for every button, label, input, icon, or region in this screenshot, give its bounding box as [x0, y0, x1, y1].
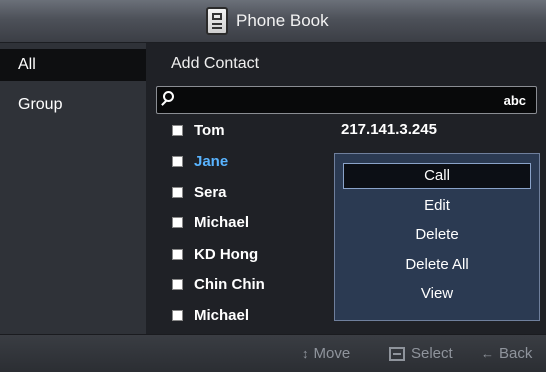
- sidebar-item-group[interactable]: Group: [0, 89, 146, 121]
- search-input[interactable]: [187, 90, 471, 112]
- contact-row[interactable]: Michael: [172, 301, 249, 329]
- select-label: Select: [411, 345, 453, 362]
- contact-name: Tom: [194, 121, 225, 139]
- checkbox[interactable]: [172, 216, 183, 228]
- checkbox[interactable]: [172, 155, 183, 167]
- search-icon: [163, 91, 174, 102]
- move-label: Move: [313, 345, 351, 362]
- up-down-arrow-icon: ↕: [302, 346, 309, 361]
- contact-detail-number: 217.141.3.245: [341, 121, 437, 138]
- contact-name: Michael: [194, 213, 250, 231]
- contact-row[interactable]: Sera: [172, 178, 227, 206]
- sidebar: All Group: [0, 43, 146, 334]
- contact-row[interactable]: Tom: [172, 116, 225, 144]
- bottom-hint-bar: ↕ Move Select ← Back: [0, 334, 546, 372]
- contact-name: KD Hong: [194, 245, 259, 263]
- page-title: Phone Book: [236, 11, 329, 30]
- contact-row[interactable]: Michael: [172, 208, 249, 236]
- menu-item-view[interactable]: View: [343, 281, 531, 307]
- contact-row[interactable]: KD Hong: [172, 240, 258, 268]
- search-bar[interactable]: abc: [156, 86, 537, 114]
- checkbox[interactable]: [172, 248, 183, 260]
- title-bar: Phone Book: [0, 0, 546, 43]
- context-menu: Call Edit Delete Delete All View: [334, 153, 540, 321]
- title-wrap: Phone Book: [206, 6, 329, 36]
- enter-key-icon: [389, 346, 405, 361]
- back-hint[interactable]: ← Back: [481, 345, 532, 362]
- menu-item-edit[interactable]: Edit: [343, 193, 531, 219]
- menu-item-call[interactable]: Call: [343, 163, 531, 189]
- back-arrow-icon: ←: [481, 346, 494, 361]
- contact-name: Michael: [194, 306, 250, 324]
- back-label: Back: [499, 345, 533, 362]
- checkbox[interactable]: [172, 309, 183, 321]
- checkbox[interactable]: [172, 186, 183, 198]
- menu-item-delete-all[interactable]: Delete All: [343, 252, 531, 278]
- checkbox[interactable]: [172, 278, 183, 290]
- select-hint: Select: [389, 345, 453, 362]
- checkbox[interactable]: [172, 124, 183, 136]
- contact-name: Sera: [194, 183, 227, 201]
- input-mode-indicator[interactable]: abc: [504, 93, 526, 108]
- contact-name: Chin Chin: [194, 275, 265, 293]
- move-hint: ↕ Move: [302, 345, 350, 362]
- sidebar-item-all[interactable]: All: [0, 49, 146, 81]
- menu-item-delete[interactable]: Delete: [343, 222, 531, 248]
- add-contact-button[interactable]: Add Contact: [171, 55, 259, 73]
- phone-book-icon: [206, 7, 228, 35]
- contact-name: Jane: [194, 152, 229, 170]
- contact-row[interactable]: Chin Chin: [172, 270, 265, 298]
- contact-row[interactable]: Jane: [172, 147, 228, 175]
